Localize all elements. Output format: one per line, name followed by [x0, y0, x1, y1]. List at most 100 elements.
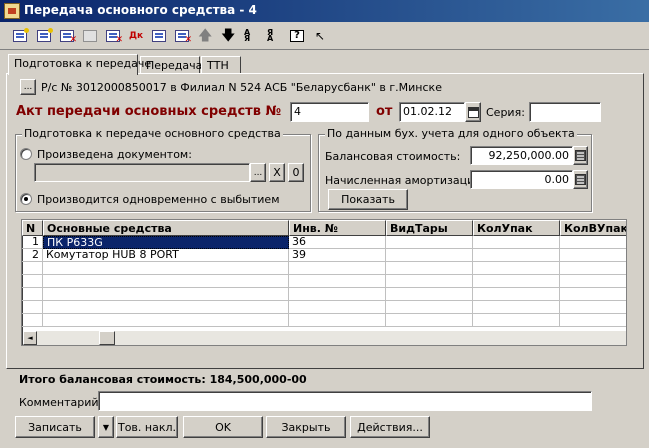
- toolbar-new-button[interactable]: [10, 27, 30, 45]
- assets-grid[interactable]: N Основные средства Инв. № ВидТары КолУп…: [21, 219, 627, 346]
- radio-simultaneous-label: Производится одновременно с выбытием: [37, 193, 280, 206]
- sort-asc-icon: А Я: [244, 28, 251, 43]
- depreciation-calc-button[interactable]: [573, 170, 588, 189]
- cell-tare[interactable]: [386, 236, 473, 249]
- document-field[interactable]: [34, 163, 250, 182]
- series-label: Серия:: [486, 106, 525, 119]
- radio-by-document[interactable]: [20, 148, 32, 160]
- radio-simultaneous[interactable]: [20, 193, 32, 205]
- comment-label: Комментарий:: [19, 396, 103, 409]
- toolbar-help-button[interactable]: ?: [287, 27, 307, 45]
- balance-field[interactable]: 92,250,000.00: [470, 146, 573, 165]
- toolbar-copy-grey-button[interactable]: [80, 27, 100, 45]
- toolbar-sort-desc-button[interactable]: Я А: [264, 27, 284, 45]
- tab-preparation[interactable]: Подготовка к передаче: [8, 54, 151, 75]
- actions-button[interactable]: Действия...: [350, 416, 430, 438]
- empty-row: [22, 288, 626, 301]
- toolbar-subtotal-button[interactable]: [172, 27, 192, 45]
- calculator-icon: [575, 174, 586, 185]
- arrow-down-icon: 🡇: [221, 28, 236, 44]
- cell-inv[interactable]: 39: [289, 249, 386, 262]
- cell-qty-in-pack[interactable]: [560, 236, 626, 249]
- debit-icon: [106, 30, 123, 45]
- col-n[interactable]: N: [22, 220, 43, 236]
- table-row[interactable]: 2 Комутатор HUB 8 PORT 39: [22, 249, 626, 262]
- dk-icon: Дк: [129, 31, 144, 41]
- delete-row-icon: [60, 30, 77, 45]
- col-asset[interactable]: Основные средства: [43, 220, 289, 236]
- document-icon: [4, 3, 20, 19]
- balance-label: Балансовая стоимость:: [325, 150, 461, 163]
- calendar-icon: [467, 106, 479, 118]
- toolbar-down-button[interactable]: 🡇: [218, 27, 238, 45]
- context-help-icon: ↖: [314, 29, 326, 43]
- toolbar-dk-button[interactable]: Дк: [126, 27, 146, 45]
- depreciation-field[interactable]: 0.00: [470, 170, 573, 189]
- subtotal-icon: [175, 30, 192, 45]
- act-number-field[interactable]: 4: [290, 102, 369, 122]
- window-title: Передача основного средства - 4: [24, 3, 257, 17]
- invoice-button[interactable]: Тов. накл.: [116, 416, 178, 438]
- date-label: от: [376, 104, 393, 119]
- toolbar-context-help-button[interactable]: ↖: [310, 27, 330, 45]
- table-row[interactable]: 1 ПК P633G 36: [22, 236, 626, 249]
- cell-tare[interactable]: [386, 249, 473, 262]
- depreciation-label: Начисленная амортизация:: [325, 174, 485, 187]
- preparation-group-title: Подготовка к передаче основного средства: [22, 127, 283, 140]
- col-qty-in-pack[interactable]: КолВУпак: [560, 220, 626, 236]
- document-zero-button[interactable]: 0: [288, 163, 304, 182]
- toolbar-sort-asc-button[interactable]: А Я: [241, 27, 261, 45]
- cell-inv[interactable]: 36: [289, 236, 386, 249]
- cell-asset[interactable]: ПК P633G: [43, 236, 289, 249]
- cell-qty-pack[interactable]: [473, 249, 560, 262]
- scroll-thumb[interactable]: [99, 331, 115, 345]
- cell-qty-pack[interactable]: [473, 236, 560, 249]
- comment-field[interactable]: [98, 391, 592, 411]
- horizontal-scrollbar[interactable]: ◄: [23, 331, 626, 345]
- close-button[interactable]: Закрыть: [266, 416, 346, 438]
- copy-disabled-icon: [83, 30, 97, 42]
- show-button[interactable]: Показать: [328, 189, 408, 210]
- ok-button[interactable]: OK: [183, 416, 263, 438]
- document-select-button[interactable]: ...: [250, 163, 266, 182]
- balance-calc-button[interactable]: [573, 146, 588, 165]
- empty-row: [22, 301, 626, 314]
- calculator-icon: [575, 150, 586, 161]
- toolbar-filter-button[interactable]: [149, 27, 169, 45]
- filter-icon: [152, 30, 166, 42]
- toolbar-copy-button[interactable]: [34, 27, 54, 45]
- empty-row: [22, 314, 626, 327]
- save-button[interactable]: Записать: [15, 416, 95, 438]
- radio-by-document-label: Произведена документом:: [37, 148, 192, 161]
- col-qty-pack[interactable]: КолУпак: [473, 220, 560, 236]
- scroll-left-button[interactable]: ◄: [23, 331, 37, 345]
- cell-n: 1: [22, 236, 43, 249]
- act-date-field[interactable]: 01.02.12: [399, 102, 465, 122]
- toolbar-up-button[interactable]: 🡅: [195, 27, 215, 45]
- grid-header: N Основные средства Инв. № ВидТары КолУп…: [22, 220, 626, 236]
- cell-asset[interactable]: Комутатор HUB 8 PORT: [43, 249, 289, 262]
- date-picker-button[interactable]: [465, 102, 481, 122]
- document-clear-button[interactable]: X: [269, 163, 285, 182]
- col-tare[interactable]: ВидТары: [386, 220, 473, 236]
- cell-n: 2: [22, 249, 43, 262]
- toolbar-dt-button[interactable]: [103, 27, 123, 45]
- series-field[interactable]: [529, 102, 601, 122]
- toolbar-delete-button[interactable]: [57, 27, 77, 45]
- col-inv[interactable]: Инв. №: [289, 220, 386, 236]
- toolbar: Дк 🡅 🡇 А Я Я А ? ↖: [0, 22, 649, 50]
- cell-qty-in-pack[interactable]: [560, 249, 626, 262]
- sort-desc-icon: Я А: [267, 28, 274, 43]
- tab-ttn[interactable]: ТТН: [201, 56, 241, 74]
- accounting-group-title: По данным бух. учета для одного объекта: [325, 127, 577, 140]
- empty-row: [22, 275, 626, 288]
- arrow-up-icon: 🡅: [198, 28, 213, 44]
- account-text: Р/с № 3012000850017 в Филиал N 524 АСБ "…: [41, 81, 442, 94]
- total-balance: Итого балансовая стоимость: 184,500,000-…: [19, 373, 307, 386]
- new-row-icon: [13, 28, 29, 42]
- account-select-button[interactable]: ...: [20, 79, 36, 95]
- transfer-window: Передача основного средства - 4 Дк 🡅 🡇 А…: [0, 0, 649, 448]
- save-menu-button[interactable]: ▼: [98, 416, 114, 438]
- act-title: Акт передачи основных средств №: [16, 104, 282, 119]
- help-icon: ?: [290, 30, 304, 42]
